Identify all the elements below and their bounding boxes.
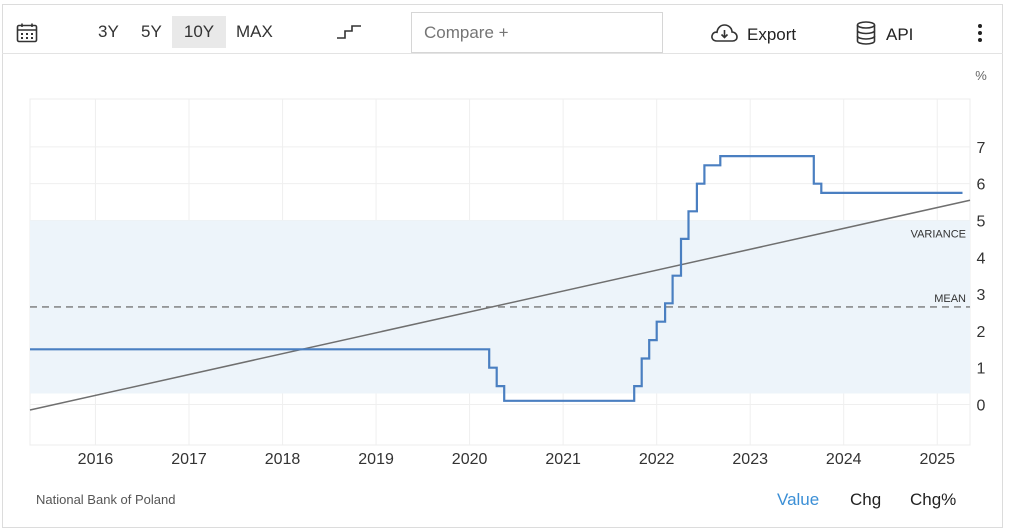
api-button[interactable]: API bbox=[856, 20, 913, 50]
export-button[interactable]: Export bbox=[710, 20, 796, 50]
range-10y-button[interactable]: 10Y bbox=[172, 16, 226, 48]
tab-chg[interactable]: Chg bbox=[850, 490, 881, 510]
tab-chg-percent[interactable]: Chg% bbox=[910, 490, 956, 510]
chart-toolbar: 3Y 5Y 10Y MAX Export API bbox=[2, 4, 1003, 54]
cloud-download-icon bbox=[710, 23, 738, 48]
api-label: API bbox=[886, 25, 914, 44]
compare-input[interactable] bbox=[411, 12, 663, 53]
calendar-icon[interactable] bbox=[16, 23, 38, 48]
range-5y-button[interactable]: 5Y bbox=[135, 16, 168, 48]
range-3y-button[interactable]: 3Y bbox=[92, 16, 125, 48]
tab-value[interactable]: Value bbox=[777, 490, 819, 510]
chart-widget bbox=[2, 4, 1003, 528]
range-max-button[interactable]: MAX bbox=[230, 16, 279, 48]
export-label: Export bbox=[747, 25, 797, 44]
data-source-label: National Bank of Poland bbox=[36, 492, 176, 507]
more-vertical-icon[interactable] bbox=[974, 24, 986, 46]
database-icon bbox=[856, 20, 876, 50]
step-chart-icon[interactable] bbox=[336, 24, 362, 45]
